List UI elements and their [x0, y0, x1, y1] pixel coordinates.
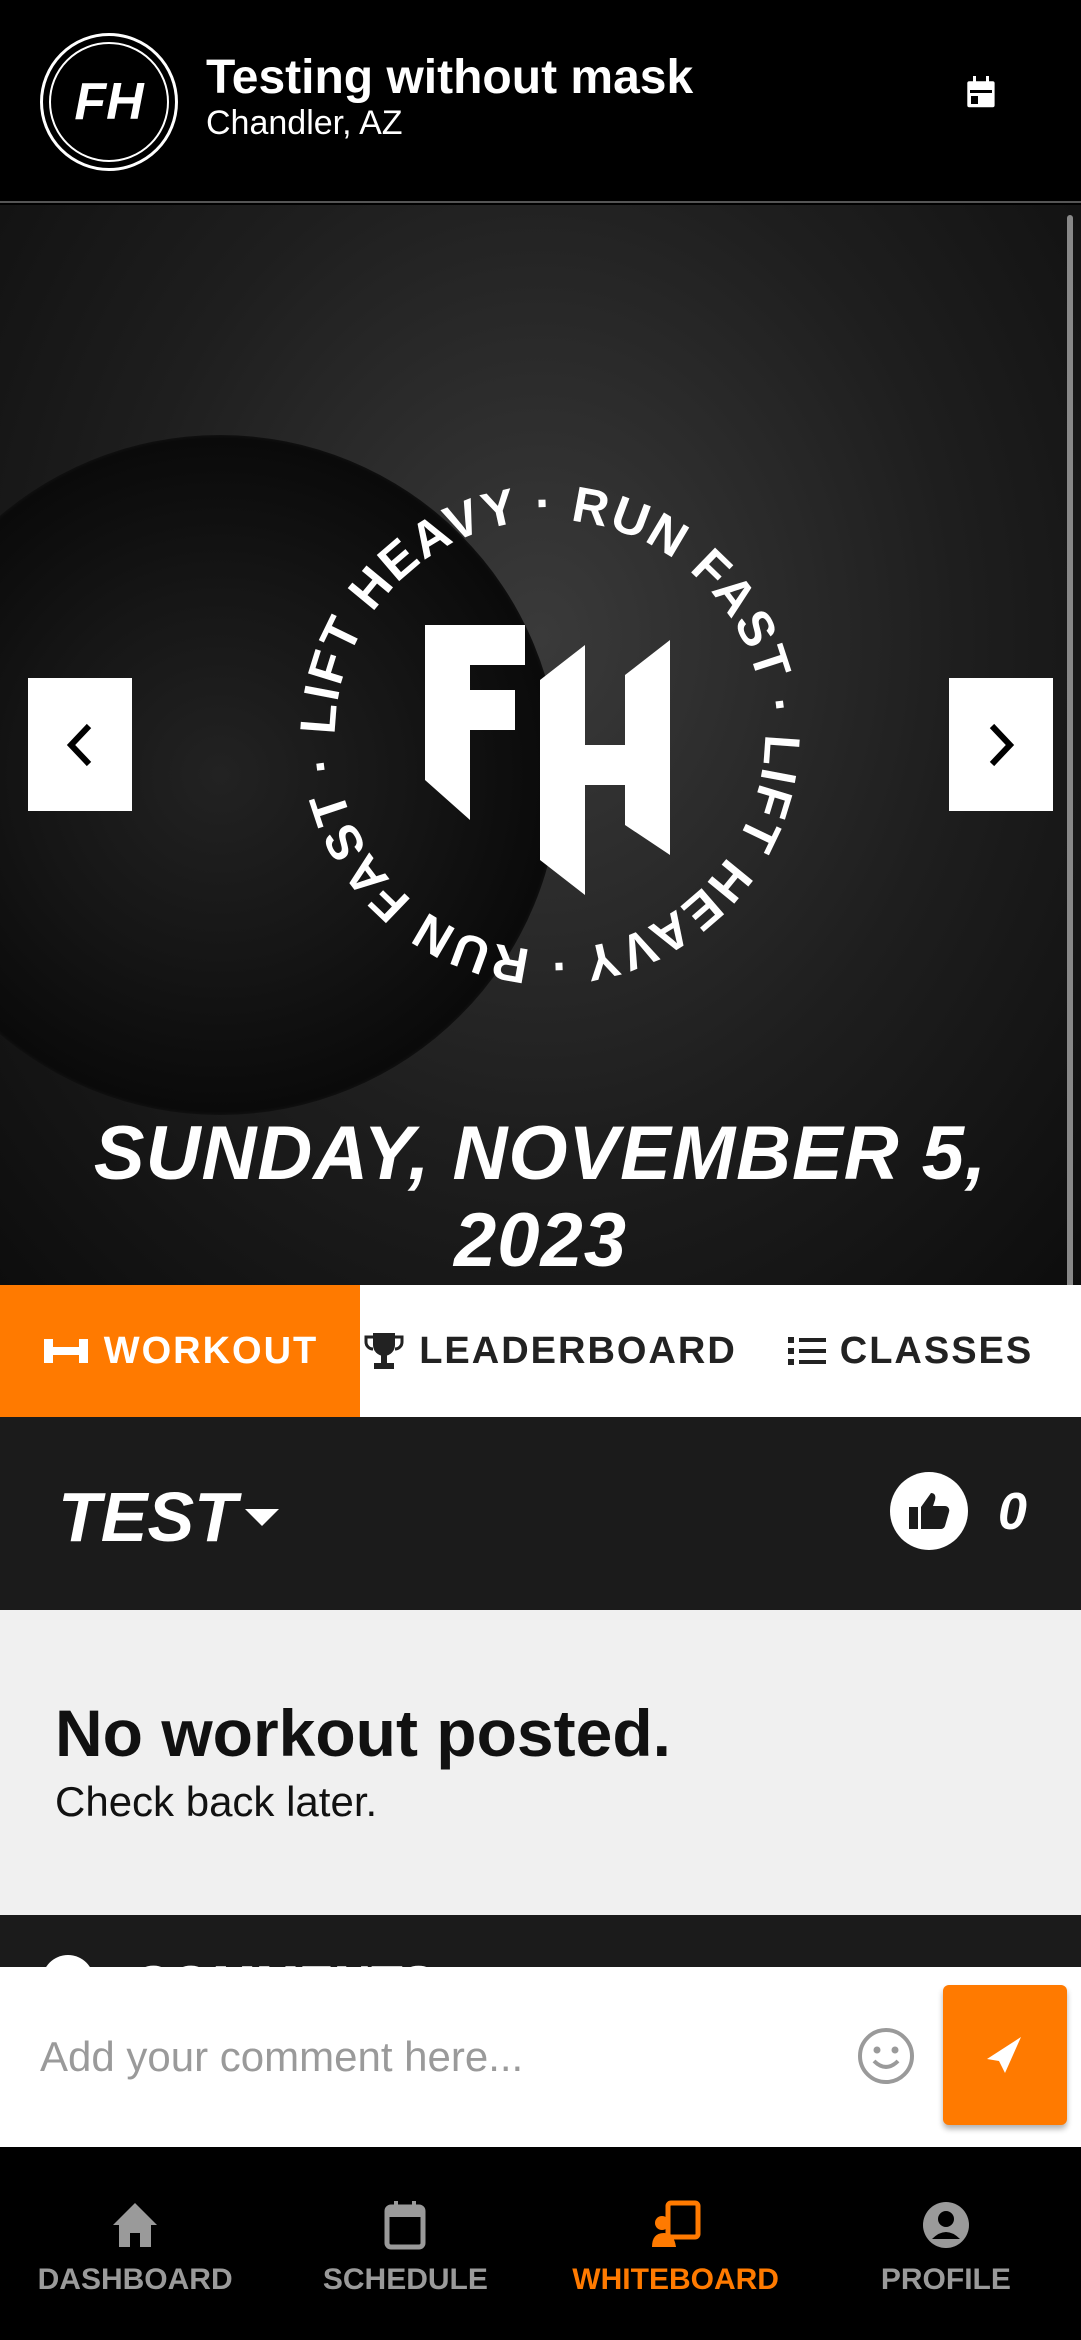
- bottom-nav: DASHBOARD SCHEDULE WHITEBOARD PROFILE: [0, 2147, 1081, 2340]
- gym-logo: FH: [40, 33, 178, 171]
- comments-icon: [42, 1955, 94, 1967]
- send-icon: [987, 2037, 1021, 2073]
- tab-classes[interactable]: CLASSES: [740, 1285, 1081, 1417]
- empty-title: No workout posted.: [55, 1696, 671, 1770]
- hero-banner: LIFT HEAVY · RUN FAST · LIFT HEAVY · RUN…: [0, 205, 1081, 1285]
- next-day-button[interactable]: [949, 678, 1053, 811]
- nav-schedule[interactable]: SCHEDULE: [270, 2147, 540, 2340]
- calendar-icon[interactable]: [966, 76, 996, 126]
- hero-logo: LIFT HEAVY · RUN FAST · LIFT HEAVY · RUN…: [290, 475, 809, 995]
- tab-workout[interactable]: WORKOUT: [0, 1285, 360, 1417]
- emoji-icon[interactable]: [857, 2027, 915, 2085]
- calendar-icon: [384, 2201, 426, 2250]
- whiteboard-tabs: WORKOUT LEADERBOARD CLASSES: [0, 1285, 1081, 1417]
- comments-header: COMMENTS: [0, 1915, 1081, 1967]
- thumbs-up-icon: [909, 1493, 950, 1529]
- like-count: 0: [998, 1483, 1027, 1541]
- nav-whiteboard[interactable]: WHITEBOARD: [541, 2147, 811, 2340]
- workout-header: TEST 0: [0, 1417, 1081, 1610]
- trophy-icon: [364, 1333, 404, 1369]
- whiteboard-icon: [651, 2200, 701, 2247]
- dumbbell-icon: [43, 1339, 88, 1363]
- comment-bar: [0, 1967, 1081, 2147]
- empty-subtitle: Check back later.: [55, 1778, 378, 1825]
- workout-date: SUNDAY, NOVEMBER 5, 2023: [93, 1111, 988, 1283]
- chevron-right-icon: [989, 723, 1015, 766]
- home-icon: [113, 2203, 158, 2247]
- send-comment-button[interactable]: [943, 1985, 1067, 2125]
- nav-profile[interactable]: PROFILE: [811, 2147, 1081, 2340]
- chevron-left-icon: [66, 723, 92, 766]
- comment-input[interactable]: [40, 2007, 820, 2107]
- gym-location: Chandler, AZ: [206, 104, 403, 142]
- like-button[interactable]: [890, 1472, 968, 1550]
- list-icon: [787, 1337, 826, 1365]
- nav-dashboard[interactable]: DASHBOARD: [0, 2147, 270, 2340]
- chevron-down-icon[interactable]: [245, 1509, 279, 1526]
- workout-content: No workout posted. Check back later.: [0, 1610, 1081, 1915]
- workout-track-name[interactable]: TEST: [58, 1477, 237, 1557]
- profile-icon: [922, 2202, 969, 2248]
- app-header: FH Testing without mask Chandler, AZ: [0, 0, 1081, 203]
- previous-day-button[interactable]: [28, 678, 132, 811]
- tab-leaderboard[interactable]: LEADERBOARD: [360, 1285, 740, 1417]
- gym-title: Testing without mask: [206, 51, 694, 104]
